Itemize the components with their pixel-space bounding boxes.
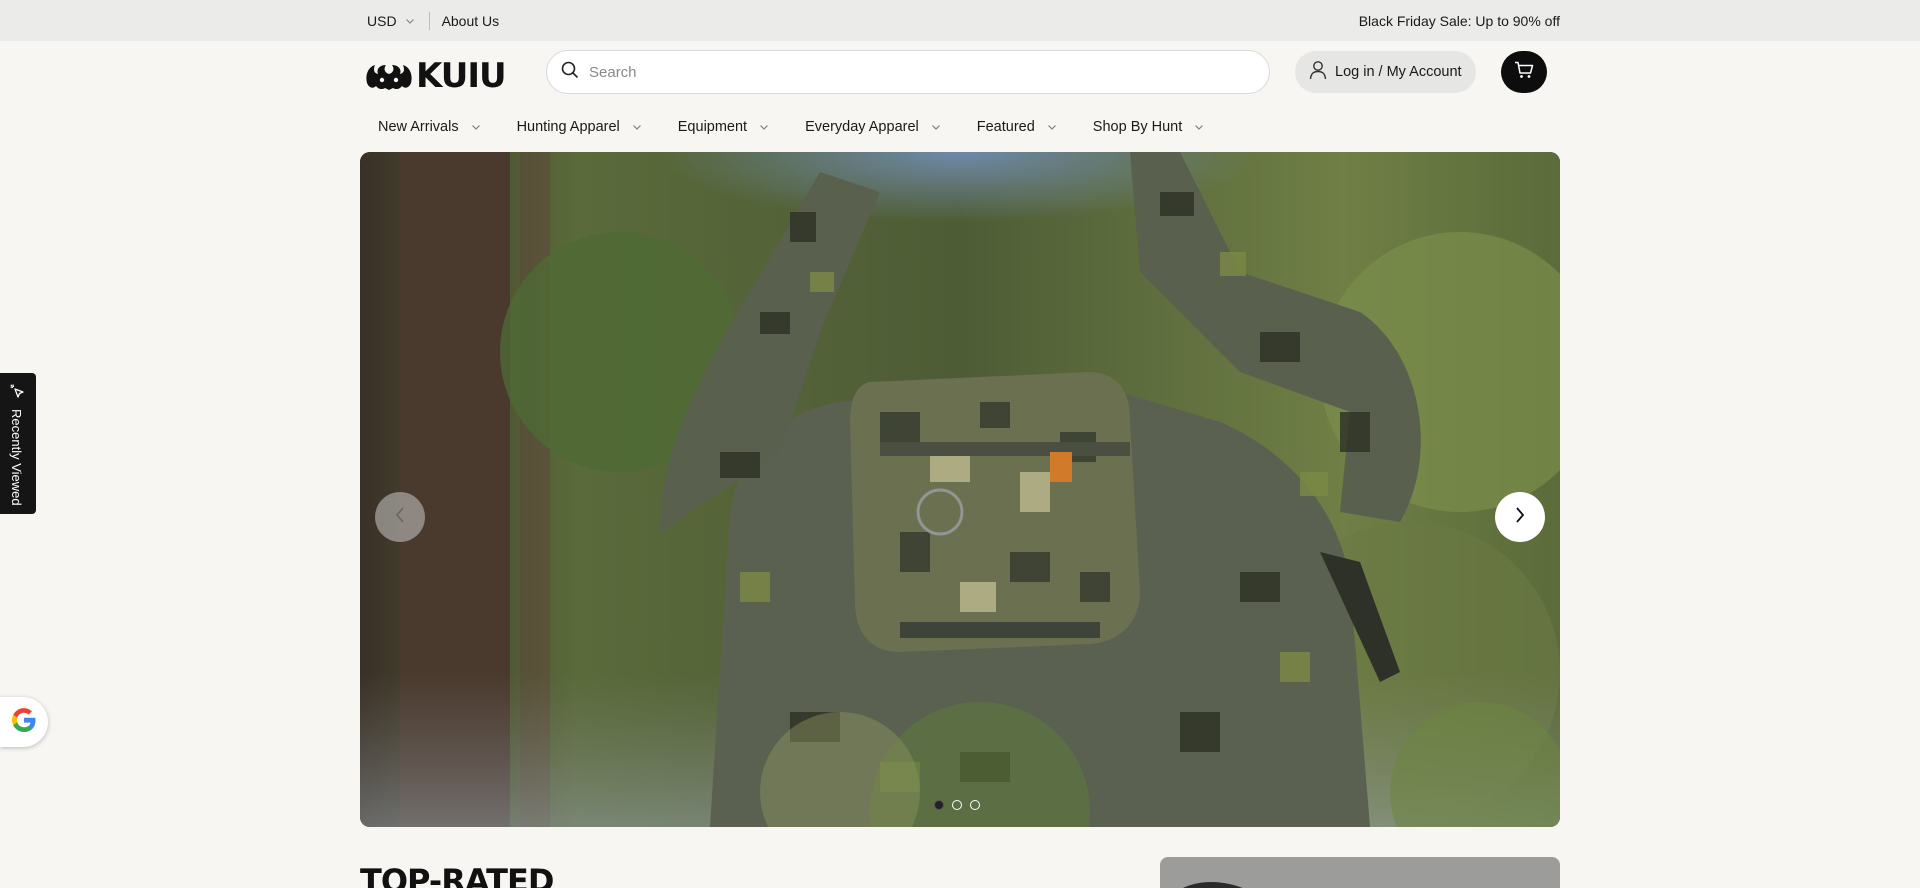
hero-image <box>360 152 1560 827</box>
nav-item-label: Hunting Apparel <box>516 119 620 135</box>
carousel-dot-1[interactable] <box>934 800 944 810</box>
nav-everyday-apparel[interactable]: Everyday Apparel <box>805 119 941 135</box>
kuiu-mark-icon <box>366 65 412 90</box>
carousel-next-button[interactable] <box>1495 492 1545 542</box>
promo-banner-text: Black Friday Sale: Up to 90% off <box>1358 12 1560 29</box>
chevron-down-icon <box>931 122 941 132</box>
recently-viewed-label: Recently Viewed <box>9 409 24 506</box>
chevron-down-icon <box>471 122 481 132</box>
nav-hunting-apparel[interactable]: Hunting Apparel <box>517 119 642 135</box>
nav-equipment[interactable]: Equipment <box>678 119 769 135</box>
chevron-down-icon <box>1194 122 1204 132</box>
promo-card-image <box>1182 882 1243 888</box>
chevron-down-icon <box>1047 122 1057 132</box>
google-reviews-badge[interactable] <box>0 697 48 747</box>
recently-viewed-tab[interactable]: Recently Viewed <box>0 373 36 514</box>
currency-label: USD <box>367 12 397 29</box>
chevron-right-icon <box>1514 506 1526 529</box>
divider <box>428 11 430 30</box>
nav-item-label: New Arrivals <box>378 119 459 135</box>
search-input[interactable] <box>589 63 1209 81</box>
carousel-dot-2[interactable] <box>952 800 962 810</box>
about-us-link[interactable]: About Us <box>442 13 500 29</box>
site-header: KUIU Log in / My Account <box>360 41 1560 101</box>
brand-logo[interactable]: KUIU <box>364 56 507 96</box>
nav-new-arrivals[interactable]: New Arrivals <box>378 119 481 135</box>
nav-featured[interactable]: Featured <box>977 119 1057 135</box>
chevron-left-icon <box>394 506 406 529</box>
utility-bar: USD About Us Black Friday Sale: Up to 90… <box>0 0 1920 41</box>
promo-card[interactable] <box>1160 857 1560 888</box>
account-button[interactable]: Log in / My Account <box>1295 51 1476 93</box>
pointer-click-icon <box>9 383 27 406</box>
carousel-dot-3[interactable] <box>970 800 980 810</box>
nav-shop-by-hunt[interactable]: Shop By Hunt <box>1093 119 1204 135</box>
google-logo-icon <box>9 705 39 740</box>
cart-button[interactable] <box>1501 51 1547 93</box>
carousel-pagination <box>934 800 980 810</box>
chevron-down-icon <box>405 16 415 26</box>
hero-carousel[interactable] <box>360 152 1560 827</box>
logo-wordmark: KUIU <box>416 56 507 96</box>
account-label: Log in / My Account <box>1335 64 1462 80</box>
chevron-down-icon <box>759 122 769 132</box>
section-title: TOP-RATED <box>360 862 554 888</box>
main-nav: New Arrivals Hunting Apparel Equipment E… <box>360 110 1560 144</box>
search-bar[interactable] <box>546 50 1270 94</box>
chevron-down-icon <box>632 122 642 132</box>
search-icon <box>561 61 579 84</box>
nav-item-label: Shop By Hunt <box>1092 119 1183 135</box>
currency-selector[interactable]: USD <box>360 13 415 29</box>
nav-item-label: Featured <box>976 119 1035 135</box>
nav-item-label: Equipment <box>677 119 748 135</box>
user-icon <box>1309 60 1327 84</box>
carousel-prev-button[interactable] <box>375 492 425 542</box>
nav-item-label: Everyday Apparel <box>805 119 919 135</box>
cart-icon <box>1514 61 1534 84</box>
